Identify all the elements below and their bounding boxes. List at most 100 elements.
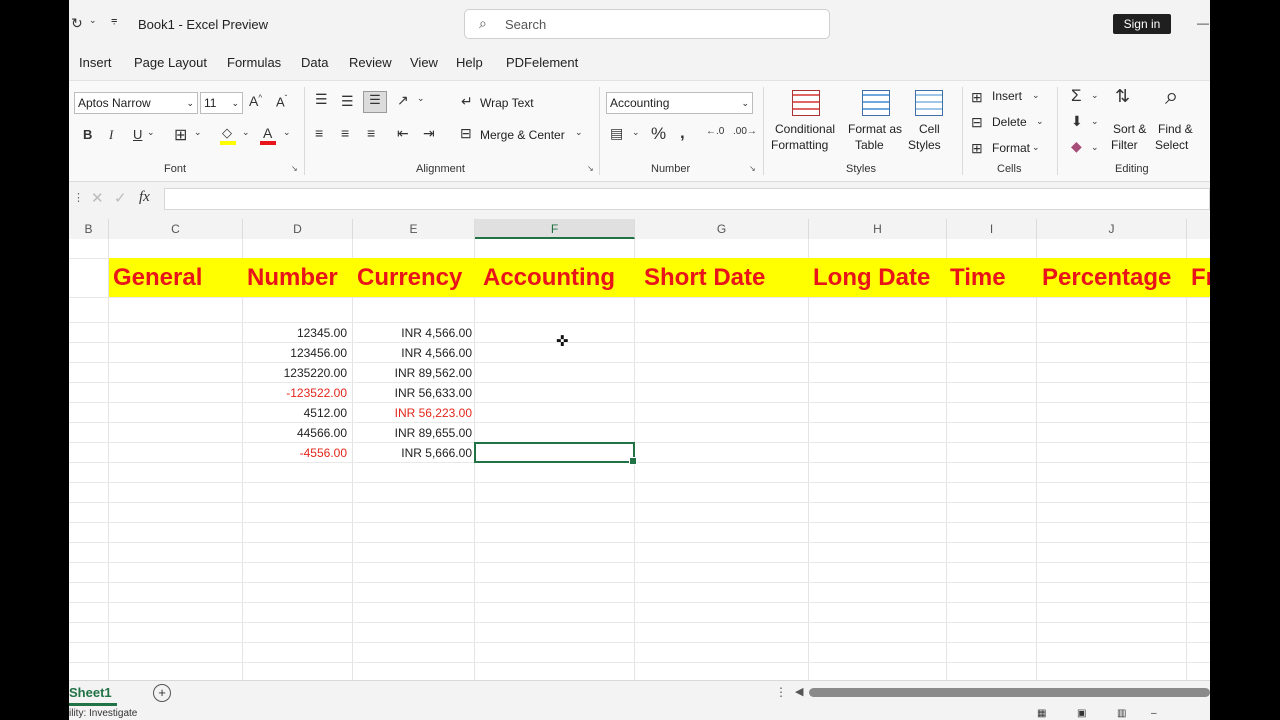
normal-view-icon[interactable]: ▦ xyxy=(1037,708,1046,720)
page-break-view-icon[interactable]: ▥ xyxy=(1117,708,1126,720)
increase-decimal-icon[interactable]: ←.0 xyxy=(706,126,724,137)
minimize-icon[interactable]: — xyxy=(1197,16,1209,30)
header-short-date[interactable]: Short Date xyxy=(644,259,765,297)
align-right-icon[interactable]: ≡ xyxy=(367,125,375,141)
format-as-table-icon[interactable] xyxy=(862,90,890,116)
insert-function-icon[interactable]: fx xyxy=(139,189,150,206)
find-select-label-1[interactable]: Find & xyxy=(1158,122,1193,136)
fill-icon[interactable]: ⬇ xyxy=(1071,113,1083,130)
chevron-down-icon[interactable]: ⌄ xyxy=(575,127,583,138)
align-top-icon[interactable]: ☰ xyxy=(315,91,328,108)
insert-cells-icon[interactable]: ⊞ xyxy=(971,89,983,106)
number-cell[interactable]: 12345.00 xyxy=(243,323,347,343)
column-header-b[interactable]: B xyxy=(69,219,109,239)
conditional-formatting-label-2[interactable]: Formatting xyxy=(771,138,828,152)
align-middle-icon[interactable]: ☰ xyxy=(341,93,354,110)
chevron-down-icon[interactable]: ⌄ xyxy=(417,93,425,104)
header-number[interactable]: Number xyxy=(247,259,338,297)
chevron-down-icon[interactable]: ⌄ xyxy=(1091,116,1099,127)
number-cell[interactable]: 4512.00 xyxy=(243,403,347,423)
delete-cells-icon[interactable]: ⊟ xyxy=(971,114,983,131)
page-layout-view-icon[interactable]: ▣ xyxy=(1077,708,1086,720)
column-header-g[interactable]: G xyxy=(635,219,809,239)
chevron-down-icon[interactable]: ⌄ xyxy=(283,127,291,138)
header-fraction[interactable]: Fr xyxy=(1191,259,1210,297)
column-header-e[interactable]: E xyxy=(353,219,475,239)
align-center-icon[interactable]: ≡ xyxy=(341,125,349,141)
underline-icon[interactable]: U xyxy=(133,127,142,142)
decrease-decimal-icon[interactable]: .00→ xyxy=(733,126,757,137)
column-header-h[interactable]: H xyxy=(809,219,947,239)
tab-review[interactable]: Review xyxy=(349,55,392,70)
add-sheet-icon[interactable]: + xyxy=(153,684,171,702)
header-currency[interactable]: Currency xyxy=(357,259,462,297)
selected-cell[interactable] xyxy=(474,442,637,465)
chevron-down-icon[interactable]: ⌄ xyxy=(1036,116,1044,127)
font-color-icon[interactable]: A xyxy=(260,125,276,145)
tab-formulas[interactable]: Formulas xyxy=(227,55,281,70)
sort-filter-label-2[interactable]: Filter xyxy=(1111,138,1138,152)
number-cell[interactable]: -4556.00 xyxy=(243,443,347,463)
autosum-icon[interactable]: Σ xyxy=(1071,86,1082,106)
currency-cell[interactable]: INR 89,655.00 xyxy=(353,423,472,443)
tab-view[interactable]: View xyxy=(410,55,438,70)
conditional-formatting-label-1[interactable]: Conditional xyxy=(775,122,835,136)
format-cells-button[interactable]: Format xyxy=(992,141,1030,155)
chevron-down-icon[interactable]: ⌄ xyxy=(1091,90,1099,101)
increase-font-icon[interactable]: A^ xyxy=(249,93,262,109)
wrap-text-icon[interactable]: ↵ xyxy=(461,93,473,110)
sort-filter-icon[interactable]: ⇅ xyxy=(1115,86,1130,107)
currency-cell[interactable]: INR 56,223.00 xyxy=(353,403,472,423)
sheet-tab[interactable]: Sheet1 xyxy=(69,685,112,700)
comma-style-icon[interactable]: , xyxy=(680,123,685,143)
find-select-icon[interactable]: ⌕ xyxy=(1165,83,1178,111)
tab-insert[interactable]: Insert xyxy=(79,55,112,70)
number-format-dropdown[interactable]: Accounting ⌄ xyxy=(606,92,753,114)
chevron-down-icon[interactable]: ⌄ xyxy=(1032,142,1040,153)
cancel-icon[interactable]: ✕ xyxy=(91,189,104,207)
merge-center-icon[interactable]: ⊟ xyxy=(460,125,472,142)
accounting-format-icon[interactable]: ▤ xyxy=(610,125,623,142)
font-name-dropdown[interactable]: Aptos Narrow ⌄ xyxy=(74,92,198,114)
number-cell[interactable]: -123522.00 xyxy=(243,383,347,403)
currency-cell[interactable]: INR 5,666.00 xyxy=(353,443,472,463)
sign-in-button[interactable]: Sign in xyxy=(1113,14,1171,34)
italic-icon[interactable]: I xyxy=(109,127,113,143)
horizontal-scrollbar[interactable] xyxy=(809,688,1210,697)
tab-data[interactable]: Data xyxy=(301,55,328,70)
column-header-d[interactable]: D xyxy=(243,219,353,239)
align-left-icon[interactable]: ≡ xyxy=(315,125,323,141)
number-cell[interactable]: 1235220.00 xyxy=(243,363,347,383)
number-cell[interactable]: 44566.00 xyxy=(243,423,347,443)
column-header-c[interactable]: C xyxy=(109,219,243,239)
number-cell[interactable]: 123456.00 xyxy=(243,343,347,363)
chevron-down-icon[interactable]: ⌄ xyxy=(194,127,202,138)
tab-pdfelement[interactable]: PDFelement xyxy=(506,55,578,70)
cell-styles-label-2[interactable]: Styles xyxy=(908,138,941,152)
formula-input[interactable] xyxy=(164,188,1210,210)
customize-toolbar-icon[interactable]: ⩦ xyxy=(111,14,117,27)
tab-page-layout[interactable]: Page Layout xyxy=(134,55,207,70)
wrap-text-button[interactable]: Wrap Text xyxy=(480,96,534,110)
cell-styles-label-1[interactable]: Cell xyxy=(919,122,940,136)
cell-styles-icon[interactable] xyxy=(915,90,943,116)
column-header-j[interactable]: J xyxy=(1037,219,1187,239)
format-as-table-label-2[interactable]: Table xyxy=(855,138,884,152)
sort-filter-label-1[interactable]: Sort & xyxy=(1113,122,1146,136)
format-cells-icon[interactable]: ⊞ xyxy=(971,140,983,157)
chevron-down-icon[interactable]: ⌄ xyxy=(1032,90,1040,101)
search-box[interactable]: ⌕ Search xyxy=(464,9,830,39)
decrease-font-icon[interactable]: Aˇ xyxy=(276,94,287,109)
header-long-date[interactable]: Long Date xyxy=(813,259,930,297)
worksheet-grid[interactable]: General Number Currency Accounting Short… xyxy=(69,239,1210,680)
chevron-down-icon[interactable]: ⌄ xyxy=(242,127,250,138)
enter-icon[interactable]: ✓ xyxy=(114,189,127,207)
font-size-dropdown[interactable]: 11 ⌄ xyxy=(200,92,243,114)
currency-cell[interactable]: INR 89,562.00 xyxy=(353,363,472,383)
column-header-i[interactable]: I xyxy=(947,219,1037,239)
redo-icon[interactable]: ↻ xyxy=(71,15,83,32)
borders-icon[interactable]: ⊞ xyxy=(174,125,187,145)
align-bottom-icon[interactable]: ☰ xyxy=(363,91,387,113)
dialog-launcher-icon[interactable]: ↘ xyxy=(291,164,298,173)
chevron-down-icon[interactable]: ⌄ xyxy=(147,127,155,138)
